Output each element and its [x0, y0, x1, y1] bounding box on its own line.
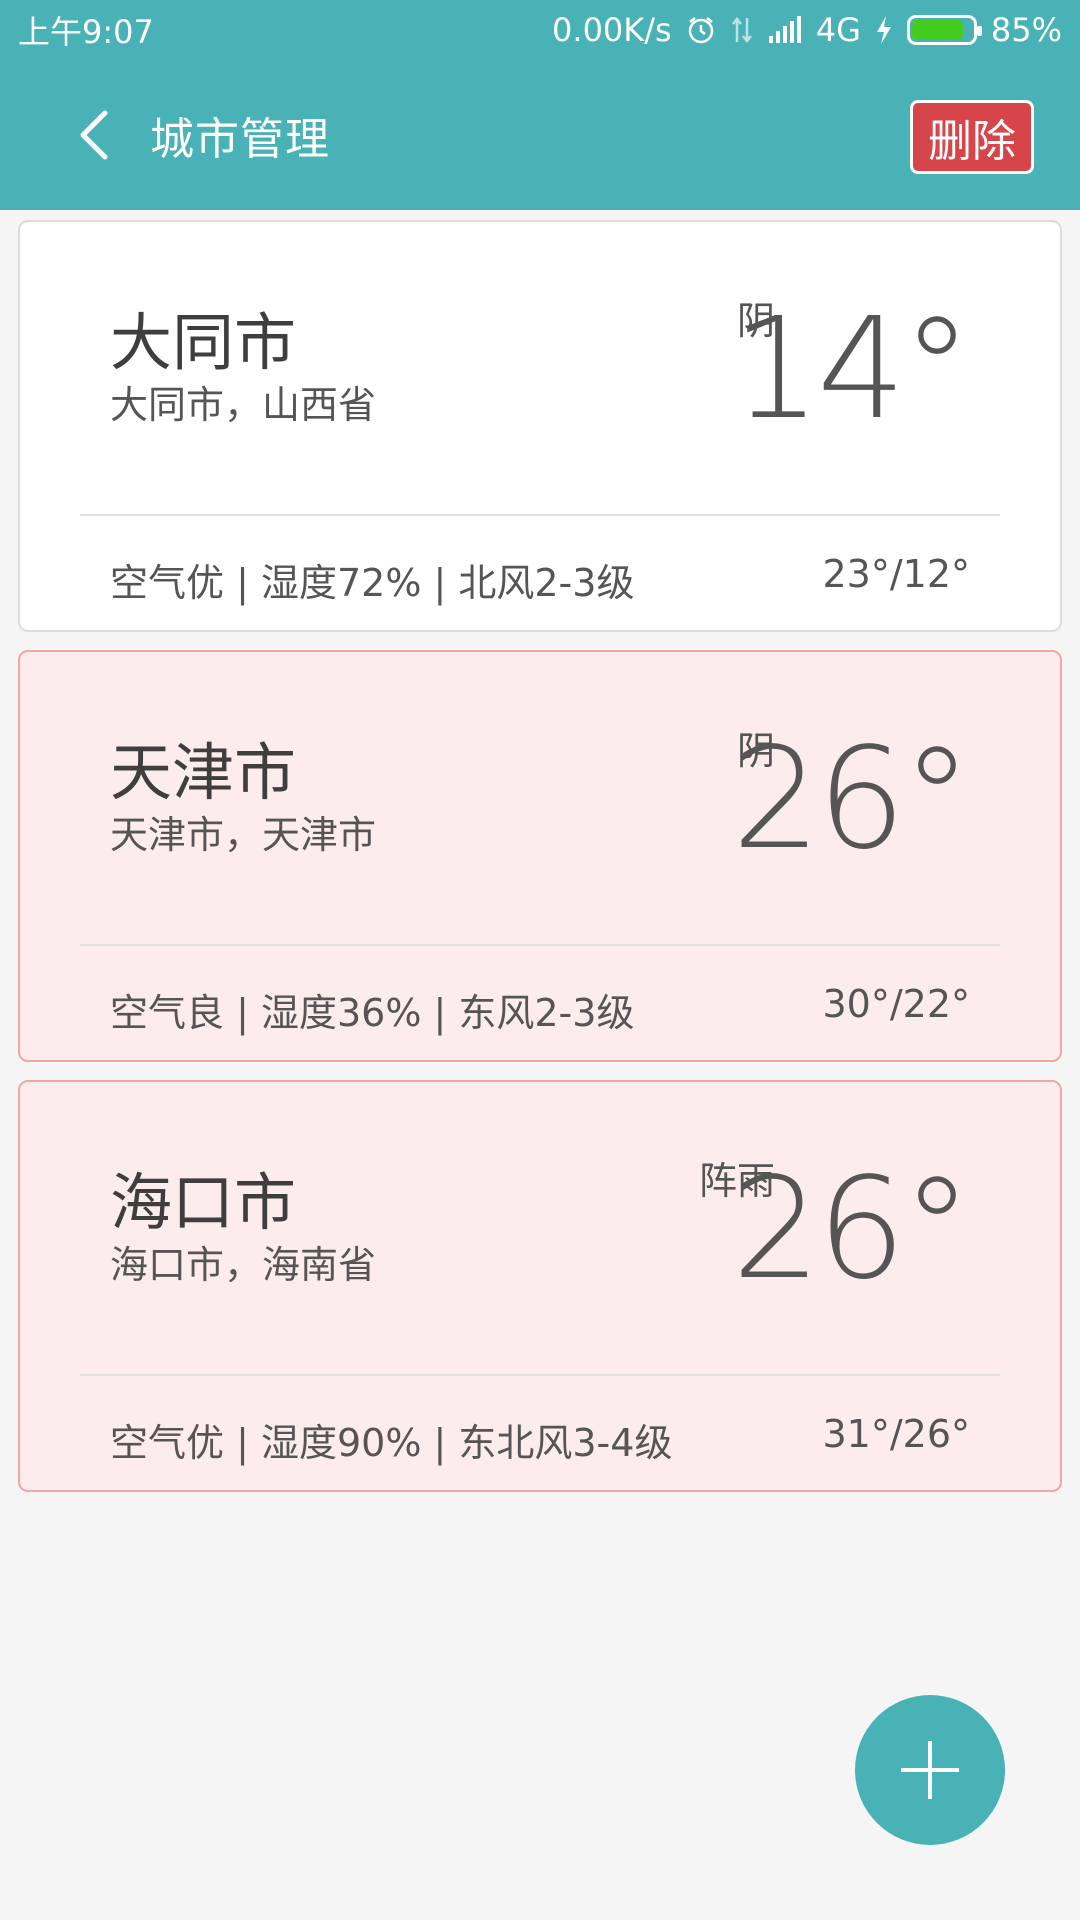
add-city-button[interactable] — [855, 1695, 1005, 1845]
battery-percent: 85% — [990, 11, 1062, 49]
current-temperature: 26° — [731, 718, 972, 881]
weather-details: 空气优 | 湿度90% | 东北风3-4级 — [110, 1421, 673, 1465]
status-time: 上午9:07 — [18, 13, 154, 51]
city-card[interactable]: 海口市 海口市，海南省 阵雨 26° 空气优 | 湿度90% | 东北风3-4级… — [18, 1080, 1062, 1492]
weather-details: 空气优 | 湿度72% | 北风2-3级 — [110, 561, 635, 605]
city-card[interactable]: 大同市 大同市，山西省 阴 14° 空气优 | 湿度72% | 北风2-3级 2… — [18, 220, 1062, 632]
status-icons: 0.00K/s 4G 85% — [552, 11, 1062, 49]
current-temperature: 14° — [731, 288, 972, 451]
temperature-range: 31°/26° — [822, 1412, 970, 1456]
city-name: 大同市 — [110, 306, 297, 379]
signal-icon — [768, 16, 802, 44]
back-button[interactable] — [40, 80, 150, 190]
back-arrow-icon — [80, 110, 108, 160]
divider — [80, 514, 1000, 516]
alarm-icon — [686, 15, 716, 45]
battery-fill — [911, 20, 963, 40]
current-temperature: 26° — [731, 1148, 972, 1311]
city-region: 天津市，天津市 — [110, 813, 377, 857]
weather-details: 空气良 | 湿度36% | 东风2-3级 — [110, 991, 635, 1035]
charging-icon — [875, 15, 893, 45]
city-name: 天津市 — [110, 736, 297, 809]
data-transfer-icon — [730, 15, 754, 45]
temperature-range: 23°/12° — [822, 552, 970, 596]
app-bar: 城市管理 删除 — [0, 60, 1080, 210]
temperature-range: 30°/22° — [822, 982, 970, 1026]
divider — [80, 944, 1000, 946]
network-speed: 0.00K/s — [552, 11, 672, 49]
network-type: 4G — [815, 11, 861, 49]
city-region: 大同市，山西省 — [110, 383, 377, 427]
delete-button[interactable]: 删除 — [910, 100, 1034, 174]
plus-icon — [901, 1741, 959, 1799]
city-name: 海口市 — [110, 1166, 297, 1239]
city-region: 海口市，海南省 — [110, 1243, 377, 1287]
page-title: 城市管理 — [150, 114, 330, 165]
battery-icon — [906, 15, 982, 45]
divider — [80, 1374, 1000, 1376]
status-bar: 上午9:07 0.00K/s 4G 85% — [0, 0, 1080, 60]
city-card[interactable]: 天津市 天津市，天津市 阴 26° 空气良 | 湿度36% | 东风2-3级 3… — [18, 650, 1062, 1062]
